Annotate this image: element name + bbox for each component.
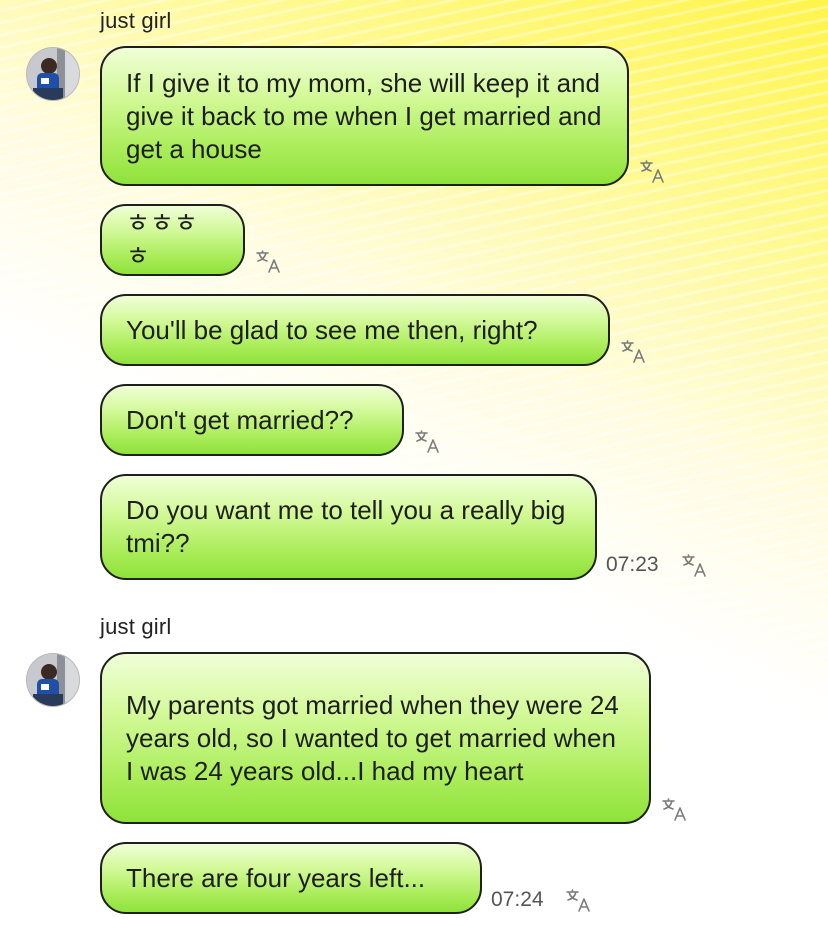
chat-area[interactable]: just girl If I give it to my mom, she wi… — [0, 0, 828, 929]
translate-icon[interactable] — [619, 338, 647, 366]
message-timestamp: 07:23 — [606, 553, 659, 576]
message-text: You'll be glad to see me then, right? — [126, 314, 538, 345]
message-text: Don't get married?? — [126, 404, 354, 435]
translate-icon[interactable] — [680, 552, 708, 580]
message-bubble[interactable]: You'll be glad to see me then, right? — [100, 294, 610, 366]
message-bubble[interactable]: My parents got married when they were 24… — [100, 652, 651, 824]
message-bubble[interactable]: Don't get married?? — [100, 384, 404, 456]
message-timestamp: 07:24 — [491, 888, 544, 911]
translate-icon[interactable] — [660, 796, 688, 824]
message-text: There are four years left... — [126, 862, 426, 893]
message-text: ㅎㅎㅎㅎ — [126, 208, 198, 271]
translate-icon[interactable] — [638, 158, 666, 186]
message-bubble[interactable]: If I give it to my mom, she will keep it… — [100, 46, 629, 186]
translate-icon[interactable] — [564, 887, 592, 915]
sender-name: just girl — [100, 614, 172, 639]
translate-icon[interactable] — [254, 248, 282, 276]
sender-name: just girl — [100, 8, 172, 33]
message-bubble[interactable]: Do you want me to tell you a really big … — [100, 474, 597, 580]
message-text: Do you want me to tell you a really big … — [126, 495, 566, 558]
avatar[interactable] — [26, 47, 80, 101]
avatar[interactable] — [26, 653, 80, 707]
message-bubble[interactable]: There are four years left... — [100, 842, 482, 914]
message-bubble[interactable]: ㅎㅎㅎㅎ — [100, 204, 245, 276]
translate-icon[interactable] — [413, 428, 441, 456]
message-text: If I give it to my mom, she will keep it… — [126, 67, 602, 164]
message-text: My parents got married when they were 24… — [126, 689, 619, 786]
